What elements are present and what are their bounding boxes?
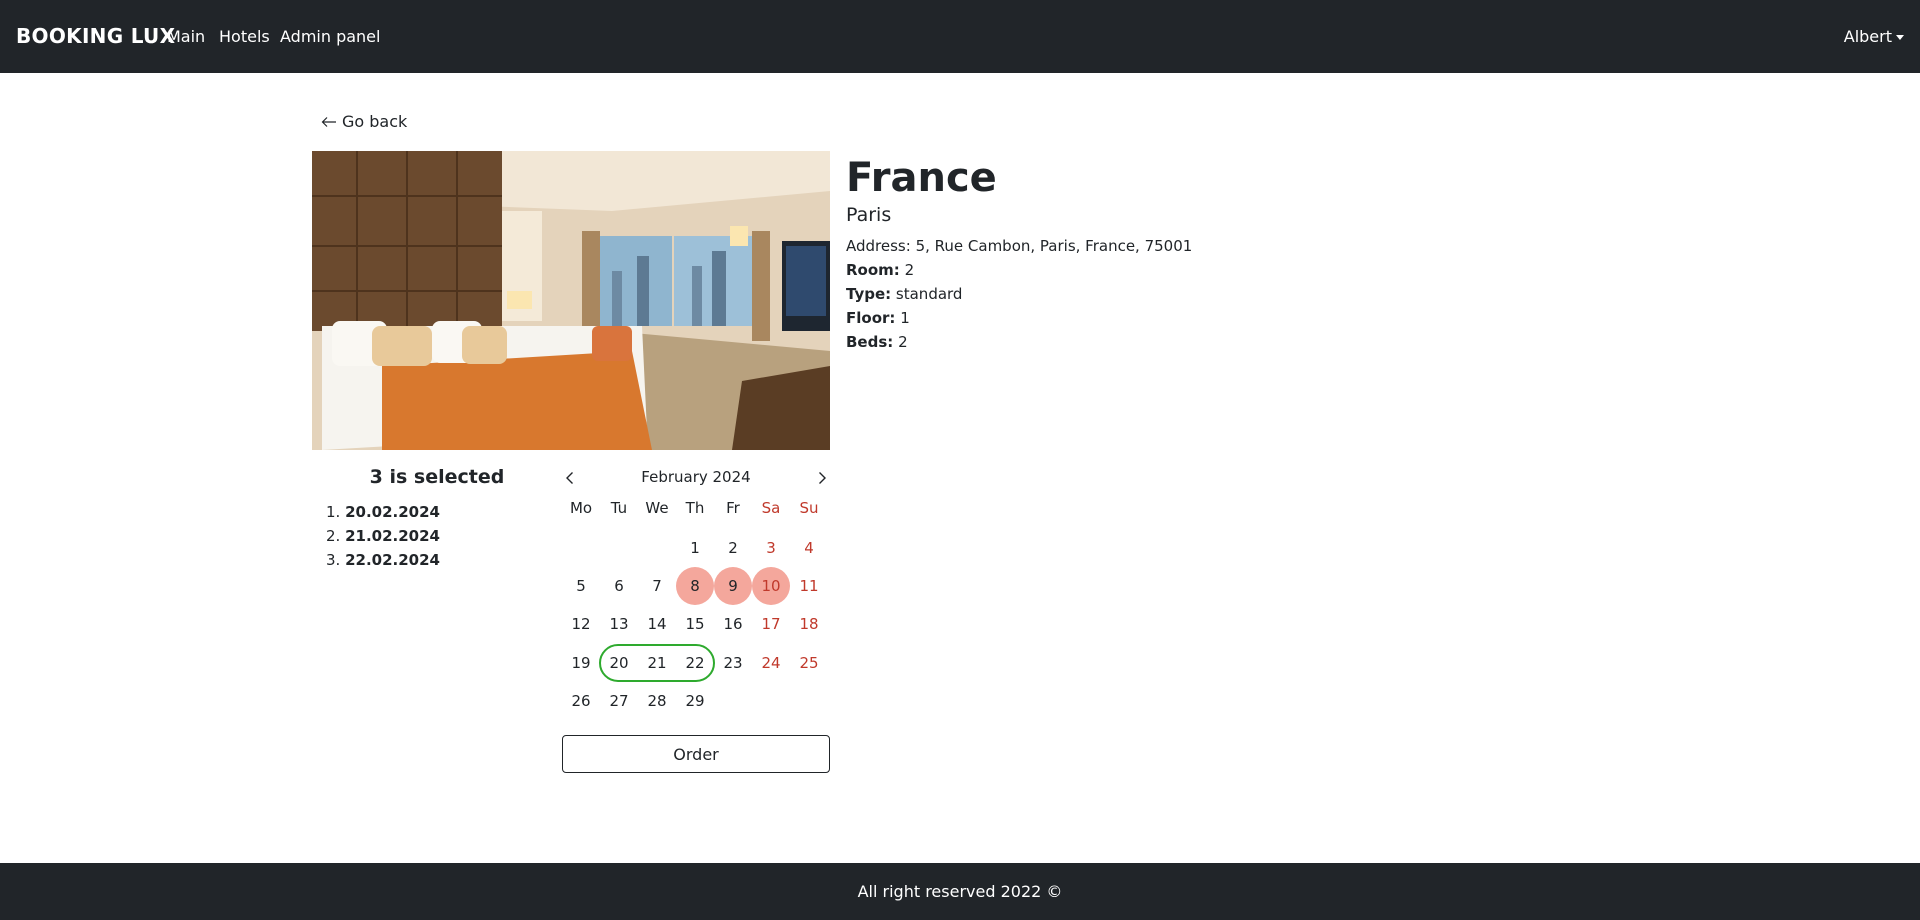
calendar-day[interactable]: 25 [790, 644, 828, 682]
room-value: 2 [904, 261, 915, 279]
address-label: Address: [846, 237, 911, 255]
calendar-day[interactable]: 13 [600, 605, 638, 643]
calendar-day-selected[interactable]: 21 [638, 644, 676, 682]
calendar-day-booked[interactable]: 9 [714, 567, 752, 605]
calendar-day[interactable]: 11 [790, 567, 828, 605]
weekday-header: Fr [726, 499, 740, 517]
calendar-day-selected[interactable]: 22 [676, 644, 714, 682]
selected-date: 20.02.2024 [345, 503, 440, 521]
calendar-day-booked[interactable]: 10 [752, 567, 790, 605]
type-value: standard [895, 285, 963, 303]
go-back-label: Go back [342, 112, 408, 131]
brand-logo[interactable]: BOOKING LUX [16, 24, 175, 48]
calendar-day[interactable]: 18 [790, 605, 828, 643]
calendar-day[interactable]: 14 [638, 605, 676, 643]
arrow-left-icon [321, 116, 336, 127]
calendar-day[interactable]: 24 [752, 644, 790, 682]
weekday-header: Th [685, 499, 705, 517]
nav-link-admin-panel[interactable]: Admin panel [280, 27, 380, 46]
selected-date: 22.02.2024 [345, 551, 440, 569]
weekday-header: Sa [761, 499, 781, 517]
calendar-day[interactable]: 19 [562, 644, 600, 682]
room-type: Type: standard [846, 284, 962, 304]
calendar-day[interactable]: 6 [600, 567, 638, 605]
calendar-month-label: February 2024 [641, 468, 751, 486]
nav-link-hotels[interactable]: Hotels [219, 27, 270, 46]
calendar-day[interactable]: 7 [638, 567, 676, 605]
calendar-day[interactable]: 4 [790, 529, 828, 567]
selected-date-item: 2. 21.02.2024 [326, 527, 440, 545]
floor-label: Floor: [846, 309, 896, 327]
calendar-day[interactable]: 15 [676, 605, 714, 643]
room-number: Room: 2 [846, 260, 914, 280]
footer: All right reserved 2022 © [0, 863, 1920, 920]
selected-dates-list: 1. 20.02.2024 2. 21.02.2024 3. 22.02.202… [326, 500, 440, 572]
nav-link-main[interactable]: Main [167, 27, 205, 46]
address-value: 5, Rue Cambon, Paris, France, 75001 [915, 237, 1193, 255]
calendar-day[interactable]: 23 [714, 644, 752, 682]
chevron-right-icon[interactable] [814, 470, 830, 486]
weekday-header: Tu [610, 499, 628, 517]
room-photo [312, 151, 830, 450]
calendar-day[interactable]: 28 [638, 682, 676, 720]
room-label: Room: [846, 261, 900, 279]
calendar-day[interactable]: 5 [562, 567, 600, 605]
calendar-day[interactable]: 26 [562, 682, 600, 720]
calendar-day[interactable]: 16 [714, 605, 752, 643]
calendar-day[interactable]: 1 [676, 529, 714, 567]
selected-date-item: 3. 22.02.2024 [326, 551, 440, 569]
calendar-day-booked[interactable]: 8 [676, 567, 714, 605]
navbar: BOOKING LUX Main Hotels Admin panel Albe… [0, 0, 1920, 73]
user-name: Albert [1843, 27, 1892, 46]
room-beds: Beds: 2 [846, 332, 908, 352]
weekday-header: Mo [569, 499, 593, 517]
room-floor: Floor: 1 [846, 308, 910, 328]
weekday-header: Su [799, 499, 819, 517]
selected-date-item: 1. 20.02.2024 [326, 503, 440, 521]
calendar-day[interactable]: 12 [562, 605, 600, 643]
beds-label: Beds: [846, 333, 894, 351]
floor-value: 1 [900, 309, 910, 327]
selected-date: 21.02.2024 [345, 527, 440, 545]
beds-value: 2 [898, 333, 908, 351]
hotel-city: Paris [846, 204, 892, 226]
calendar-day[interactable]: 3 [752, 529, 790, 567]
calendar-day[interactable]: 27 [600, 682, 638, 720]
selection-count: 3 is selected [369, 466, 505, 488]
calendar-day[interactable]: 17 [752, 605, 790, 643]
go-back-link[interactable]: Go back [321, 112, 407, 131]
hotel-address: Address: 5, Rue Cambon, Paris, France, 7… [846, 236, 1192, 256]
calendar-day[interactable]: 29 [676, 682, 714, 720]
calendar-day-selected[interactable]: 20 [600, 644, 638, 682]
footer-copyright: All right reserved 2022 © [857, 882, 1063, 901]
chevron-left-icon[interactable] [562, 470, 578, 486]
calendar-day[interactable]: 2 [714, 529, 752, 567]
weekday-header: We [645, 499, 669, 517]
caret-down-icon [1896, 35, 1904, 40]
user-menu-dropdown[interactable]: Albert [1844, 27, 1904, 46]
type-label: Type: [846, 285, 892, 303]
order-button[interactable]: Order [562, 735, 830, 773]
hotel-country: France [846, 155, 997, 201]
